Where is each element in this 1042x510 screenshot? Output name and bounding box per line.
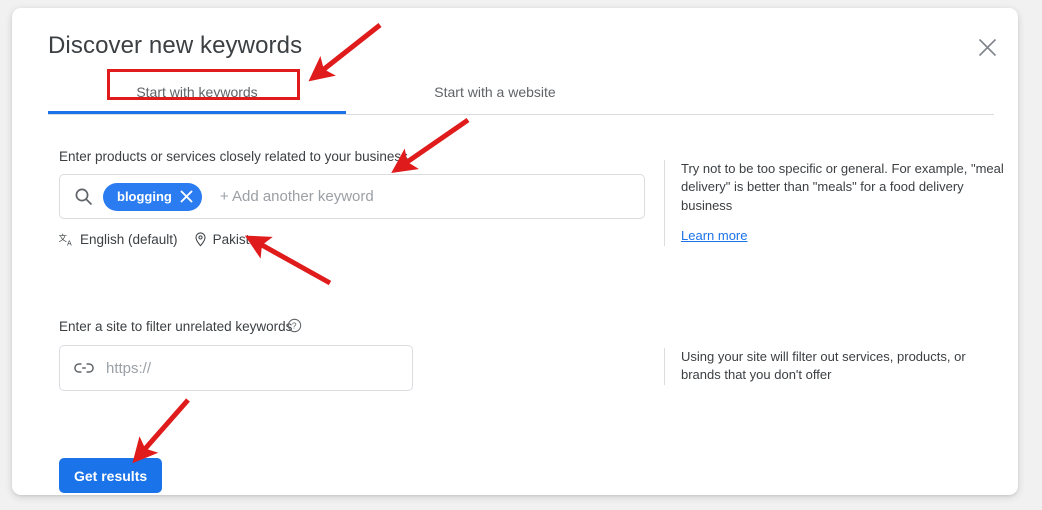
tab-start-with-a-website[interactable]: Start with a website xyxy=(346,70,644,114)
language-label: English (default) xyxy=(80,231,178,247)
site-filter-input-box[interactable]: https:// xyxy=(59,345,413,391)
keyword-chip-label: blogging xyxy=(117,189,172,204)
keywords-section-label: Enter products or services closely relat… xyxy=(59,149,408,164)
translate-icon: 文 A xyxy=(59,232,74,246)
site-section-label: Enter a site to filter unrelated keyword… xyxy=(59,319,293,334)
keywords-helper-text-block: Try not to be too specific or general. F… xyxy=(664,160,1011,246)
keywords-helper-text: Try not to be too specific or general. F… xyxy=(681,161,1004,213)
search-icon xyxy=(74,187,93,206)
language-selector[interactable]: 文 A English (default) xyxy=(59,232,178,247)
close-icon[interactable] xyxy=(180,190,193,203)
tab-label: Start with keywords xyxy=(136,84,258,100)
keyword-settings-row: 文 A English (default) Pakistan xyxy=(59,229,264,249)
site-filter-placeholder[interactable]: https:// xyxy=(106,360,151,377)
svg-text:A: A xyxy=(67,240,72,246)
add-keyword-placeholder[interactable]: + Add another keyword xyxy=(220,188,374,205)
active-tab-indicator xyxy=(48,111,346,114)
keyword-chip-blogging[interactable]: blogging xyxy=(103,182,202,211)
tab-start-with-keywords[interactable]: Start with keywords xyxy=(48,70,346,114)
location-selector[interactable]: Pakistan xyxy=(194,231,265,247)
tab-bar-baseline xyxy=(48,114,994,115)
site-helper-text-block: Using your site will filter out services… xyxy=(664,348,1001,385)
keyword-planner-dialog: Discover new keywords Start with keyword… xyxy=(12,8,1018,495)
help-circle-icon[interactable]: ? xyxy=(287,318,302,333)
close-button[interactable] xyxy=(970,30,1004,64)
get-results-button[interactable]: Get results xyxy=(59,458,163,493)
learn-more-link[interactable]: Learn more xyxy=(681,227,747,245)
close-icon xyxy=(978,38,997,57)
link-icon xyxy=(74,361,94,375)
svg-text:?: ? xyxy=(292,321,297,331)
location-label: Pakistan xyxy=(212,231,265,247)
tab-label: Start with a website xyxy=(434,84,556,100)
page-title: Discover new keywords xyxy=(48,32,303,59)
tab-bar: Start with keywords Start with a website xyxy=(12,70,1018,115)
location-pin-icon xyxy=(194,231,207,247)
site-helper-text: Using your site will filter out services… xyxy=(681,349,966,383)
keyword-input-box[interactable]: blogging + Add another keyword xyxy=(59,174,645,219)
